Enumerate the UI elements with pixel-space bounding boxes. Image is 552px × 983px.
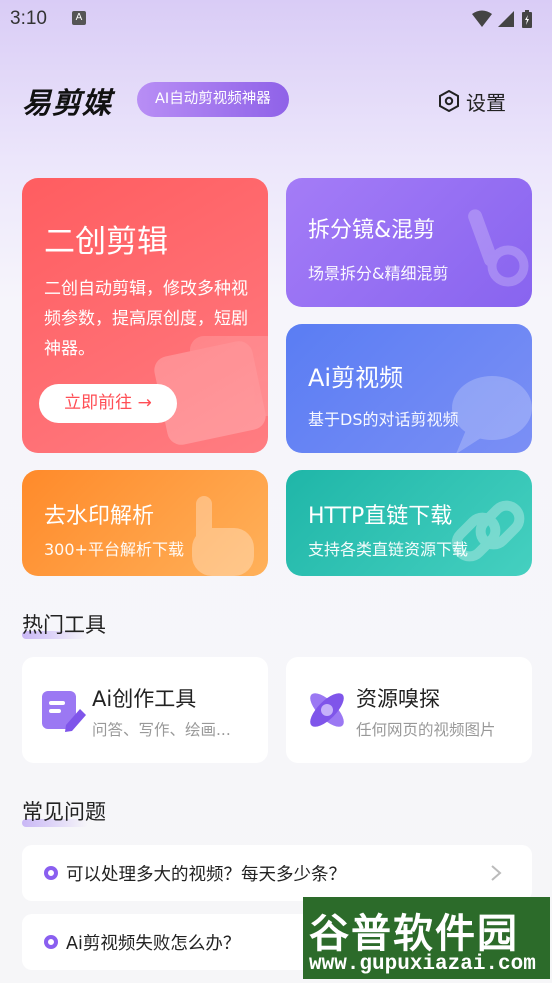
split-remix-card[interactable]: 拆分镜&混剪 场景拆分&精细混剪 <box>286 178 532 307</box>
split-title: 拆分镜&混剪 <box>308 218 436 243</box>
resource-sniff-subtitle: 任何网页的视频图片 <box>356 721 496 739</box>
chevron-right-icon <box>491 865 502 881</box>
notification-icon: A <box>72 11 86 25</box>
watermark-url: www.gupuxiazai.com <box>309 953 536 976</box>
ai-creation-subtitle: 问答、写作、绘画... <box>92 721 231 739</box>
faq-question: 可以处理多大的视频？每天多少条？ <box>66 865 346 885</box>
bullet-icon <box>44 935 58 949</box>
signal-icon <box>498 11 514 27</box>
remix-title: 二创剪辑 <box>44 224 168 260</box>
ai-creation-tool-card[interactable]: Ai创作工具 问答、写作、绘画... <box>22 657 268 763</box>
bullet-icon <box>44 866 58 880</box>
wifi-icon <box>472 10 492 27</box>
watermark-remove-card[interactable]: 去水印解析 300+平台解析下载 <box>22 470 268 576</box>
go-now-button[interactable]: 立即前往 → <box>39 384 177 423</box>
http-title: HTTP直链下载 <box>308 504 453 529</box>
hand-pointer-icon <box>192 496 254 576</box>
http-download-card[interactable]: HTTP直链下载 支持各类直链资源下载 <box>286 470 532 576</box>
settings-label: 设置 <box>466 90 506 115</box>
scissors-icon <box>468 209 529 287</box>
resource-sniff-card[interactable]: 资源嗅探 任何网页的视频图片 <box>286 657 532 763</box>
ai-video-card[interactable]: Ai剪视频 基于DS的对话剪视频 <box>286 324 532 453</box>
settings-icon <box>439 90 459 112</box>
remix-edit-card[interactable]: 二创剪辑 二创自动剪辑，修改多种视频参数，提高原创度，短剧神器。 立即前往 → <box>22 178 268 453</box>
faq-heading: 常见问题 <box>22 800 106 824</box>
split-subtitle: 场景拆分&精细混剪 <box>308 264 449 283</box>
ai-creation-title: Ai创作工具 <box>92 687 197 711</box>
settings-button[interactable]: 设置 <box>438 86 506 116</box>
faq-question: Ai剪视频失败怎么办？ <box>66 934 241 954</box>
watermark-subtitle: 300+平台解析下载 <box>44 540 184 559</box>
battery-icon <box>522 10 532 28</box>
document-edit-icon <box>42 691 86 732</box>
http-subtitle: 支持各类直链资源下载 <box>308 540 469 559</box>
status-bar: 3:10 A <box>0 0 552 38</box>
status-icons <box>472 10 532 28</box>
hot-tools-heading: 热门工具 <box>22 613 106 637</box>
remix-description: 二创自动剪辑，修改多种视频参数，提高原创度，短剧神器。 <box>44 279 248 359</box>
watermark-main-text: 谷普软件园 <box>309 911 519 957</box>
ai-video-subtitle: 基于DS的对话剪视频 <box>308 410 459 429</box>
watermark-title: 去水印解析 <box>44 504 155 529</box>
app-logo: 易剪媒 <box>22 86 113 120</box>
ai-video-title: Ai剪视频 <box>308 364 404 392</box>
slogan-badge: AI自动剪视频神器 <box>137 82 289 117</box>
resource-sniff-title: 资源嗅探 <box>356 687 440 711</box>
faq-item-video-size[interactable]: 可以处理多大的视频？每天多少条？ <box>22 845 532 901</box>
status-time: 3:10 <box>10 8 47 29</box>
link-icon <box>451 500 525 562</box>
sniff-icon <box>310 693 344 727</box>
site-watermark: 谷普软件园 www.gupuxiazai.com <box>303 897 550 979</box>
